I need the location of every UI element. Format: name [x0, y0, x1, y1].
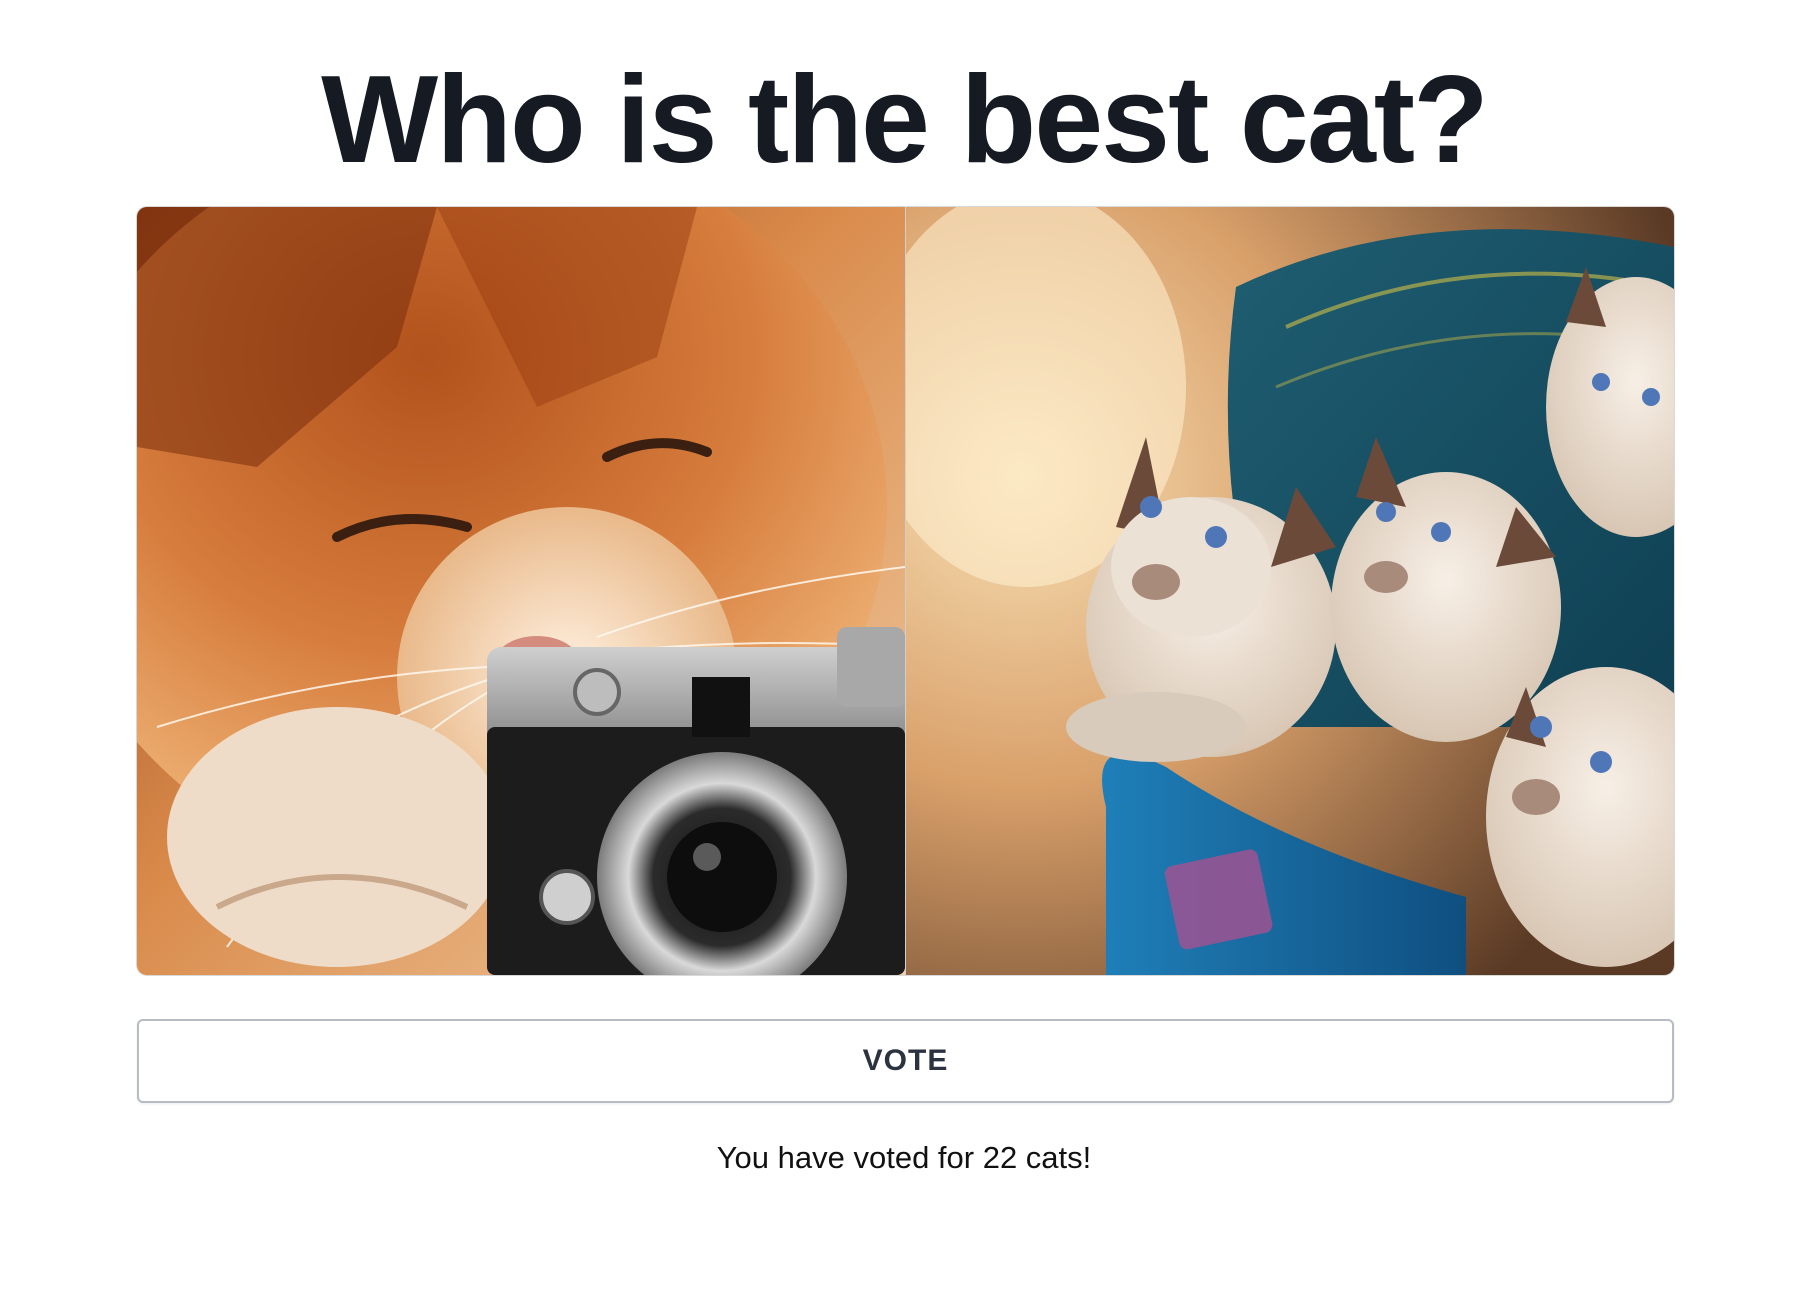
candidate-photo-left[interactable] — [137, 207, 905, 975]
page-title: Who is the best cat? — [321, 51, 1489, 189]
cat-voting-page: Who is the best cat? VOTE You have voted… — [0, 0, 1808, 1298]
orange-kitten-camera-image — [137, 207, 905, 975]
candidate-photo-right[interactable] — [905, 207, 1674, 975]
candidate-photos — [137, 207, 1674, 975]
vote-button[interactable]: VOTE — [137, 1019, 1674, 1103]
vote-count-status: You have voted for 22 cats! — [716, 1140, 1092, 1175]
siamese-kittens-image — [906, 207, 1674, 975]
